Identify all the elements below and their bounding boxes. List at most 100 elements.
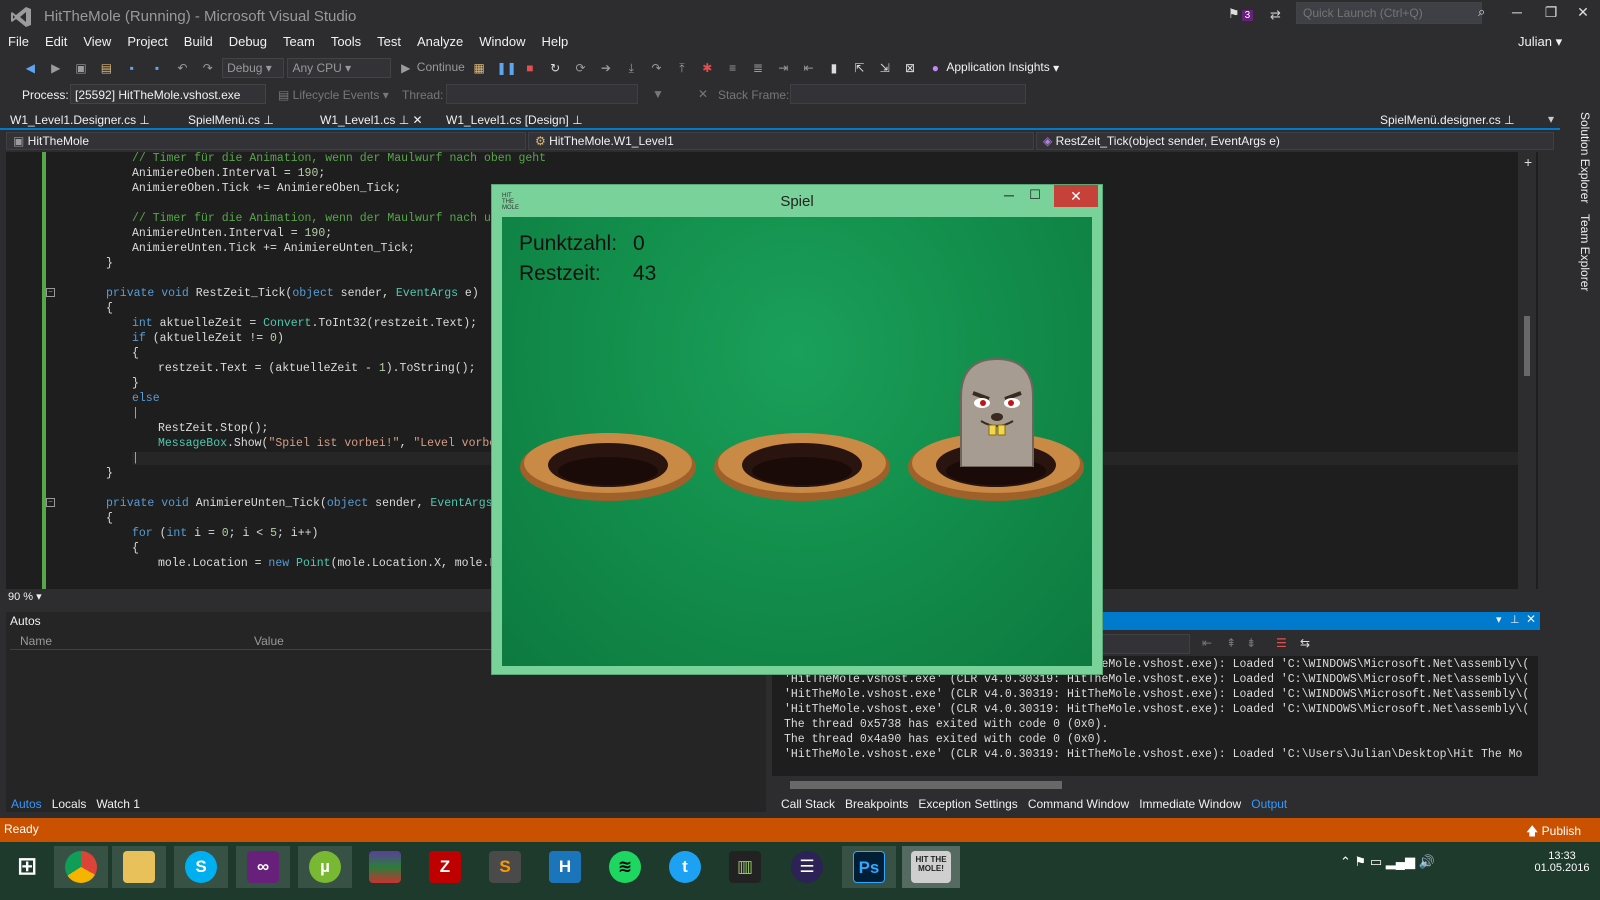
taskbar-spotify[interactable]: ≋ <box>598 846 652 888</box>
lifecycle-events-button[interactable]: ▤ Lifecycle Events ▾ <box>278 88 389 102</box>
tab-w1-level1-design[interactable]: W1_Level1.cs [Design] ⊥ <box>438 110 591 130</box>
save-icon[interactable]: ▪ <box>124 60 140 76</box>
output-scroll-thumb[interactable] <box>790 781 1062 789</box>
step-out-icon[interactable]: ⤒ <box>674 60 690 76</box>
class-select[interactable]: ⚙ HitTheMole.W1_Level1 <box>528 132 1034 150</box>
tab-w1-level1-designer[interactable]: W1_Level1.Designer.cs ⊥ <box>2 110 158 130</box>
user-account[interactable]: Julian ▾ <box>1518 34 1562 50</box>
collapse-icon[interactable]: − <box>46 498 55 507</box>
taskbar-visual-studio[interactable]: ∞ <box>236 846 290 888</box>
taskbar-sublime[interactable]: S <box>478 846 532 888</box>
tray-network-icon[interactable]: ▂▄▆ <box>1386 854 1415 869</box>
outdent-icon[interactable]: ⇤ <box>801 60 817 76</box>
solution-explorer-side-tab[interactable]: Solution Explorer <box>1578 112 1592 203</box>
close-icon[interactable]: ✕ <box>1526 612 1536 626</box>
redo-icon[interactable]: ↷ <box>200 60 216 76</box>
pin-icon[interactable]: ⊥ <box>139 113 149 127</box>
step-over-icon[interactable]: ↷ <box>649 60 665 76</box>
taskbar-skype[interactable]: S <box>174 846 228 888</box>
search-icon[interactable]: ⌕ <box>1478 4 1485 20</box>
game-minimize-button[interactable]: ─ <box>996 187 1022 207</box>
tab-call-stack[interactable]: Call Stack <box>776 796 840 812</box>
undo-icon[interactable]: ↶ <box>174 60 190 76</box>
find-message-icon[interactable]: ⇤ <box>1202 636 1212 650</box>
tab-breakpoints[interactable]: Breakpoints <box>840 796 913 812</box>
taskbar-winrar[interactable] <box>358 846 412 888</box>
new-project-icon[interactable]: ▣ <box>73 60 89 76</box>
refresh-icon[interactable]: ⟳ <box>573 60 589 76</box>
tab-list-dropdown-icon[interactable]: ▾ <box>1548 112 1554 126</box>
back-icon[interactable]: ◀ <box>22 60 38 76</box>
tab-immediate-window[interactable]: Immediate Window <box>1134 796 1246 812</box>
menu-view[interactable]: View <box>75 32 119 51</box>
menu-debug[interactable]: Debug <box>221 32 275 51</box>
tab-autos[interactable]: Autos <box>6 796 47 812</box>
continue-button[interactable]: Continue <box>417 60 465 74</box>
menu-project[interactable]: Project <box>119 32 175 51</box>
tray-battery-icon[interactable]: ▭ <box>1370 854 1382 869</box>
tab-spielmenu[interactable]: SpielMenü.cs ⊥ <box>180 110 282 130</box>
mole-sprite[interactable] <box>957 357 1037 467</box>
pin-icon[interactable]: ⊥ <box>263 113 273 127</box>
taskbar-photoshop[interactable]: Ps <box>842 846 896 888</box>
clear-all-icon[interactable]: ☰ <box>1276 636 1287 650</box>
taskbar-hyper[interactable]: H <box>538 846 592 888</box>
mole-hole[interactable] <box>518 419 698 509</box>
next-message-icon[interactable]: ⇟ <box>1246 636 1256 650</box>
stack-frame-select[interactable] <box>790 84 1026 104</box>
tray-up-arrow-icon[interactable]: ⌃ <box>1340 854 1351 869</box>
menu-help[interactable]: Help <box>534 32 577 51</box>
restart-icon[interactable]: ↻ <box>547 60 563 76</box>
tray-flag-icon[interactable]: ⚑ <box>1355 854 1367 869</box>
tab-command-window[interactable]: Command Window <box>1023 796 1134 812</box>
taskbar-twitter[interactable]: t <box>658 846 712 888</box>
publish-button[interactable]: 🡅 Publish <box>1526 822 1581 843</box>
quick-launch-input[interactable] <box>1296 2 1482 24</box>
notifications-flag[interactable]: ⚑ 3 <box>1228 6 1254 22</box>
comment-icon[interactable]: ≡ <box>725 60 741 76</box>
word-wrap-icon[interactable]: ⇆ <box>1300 636 1310 650</box>
taskbar-hit-the-mole[interactable]: HIT THE MOLE! <box>902 846 960 888</box>
configuration-select[interactable]: Debug ▾ <box>222 58 285 78</box>
breakpoint-icon[interactable]: ✱ <box>699 60 715 76</box>
taskbar-vegas[interactable]: ▥ <box>718 846 772 888</box>
tab-spielmenu-designer[interactable]: SpielMenü.designer.cs ⊥ <box>1372 110 1523 130</box>
start-button[interactable]: ⊞ <box>0 846 54 888</box>
forward-icon[interactable]: ▶ <box>48 60 64 76</box>
tab-close-icon[interactable]: ✕ <box>413 113 423 127</box>
menu-test[interactable]: Test <box>369 32 409 51</box>
tab-exception-settings[interactable]: Exception Settings <box>913 796 1022 812</box>
open-folder-icon[interactable]: ▤ <box>98 60 114 76</box>
flag-threads-icon[interactable]: ✕ <box>698 87 708 101</box>
menu-build[interactable]: Build <box>176 32 221 51</box>
pin-icon[interactable]: ⊥ <box>399 113 409 127</box>
tab-locals[interactable]: Locals <box>47 796 92 812</box>
project-select[interactable]: ▣ HitTheMole <box>6 132 526 150</box>
filter-icon[interactable]: ▼ <box>652 87 664 101</box>
application-insights-button[interactable]: Application Insights <box>946 60 1049 74</box>
tab-output[interactable]: Output <box>1246 796 1292 812</box>
attach-icon[interactable]: ▦ <box>471 60 487 76</box>
dropdown-icon[interactable]: ▾ <box>1496 613 1502 626</box>
bookmark-icon[interactable]: ▮ <box>826 60 842 76</box>
save-all-icon[interactable]: ▪ <box>149 60 165 76</box>
pin-icon[interactable]: ⊥ <box>1504 113 1514 127</box>
menu-tools[interactable]: Tools <box>323 32 369 51</box>
taskbar-explorer[interactable] <box>112 846 166 888</box>
continue-play-icon[interactable]: ▶ <box>398 60 414 76</box>
pin-icon[interactable]: ⊥ <box>1510 613 1520 626</box>
column-name[interactable]: Name <box>20 634 52 648</box>
menu-team[interactable]: Team <box>275 32 323 51</box>
collapse-icon[interactable]: − <box>46 288 55 297</box>
menu-window[interactable]: Window <box>471 32 533 51</box>
taskbar-clock[interactable]: 13:33 01.05.2016 <box>1532 850 1592 874</box>
clear-bookmarks-icon[interactable]: ⊠ <box>902 60 918 76</box>
game-close-button[interactable]: ✕ <box>1054 185 1098 207</box>
menu-analyze[interactable]: Analyze <box>409 32 471 51</box>
menu-file[interactable]: File <box>0 32 37 51</box>
mole-hole[interactable] <box>712 419 892 509</box>
taskbar-utorrent[interactable]: µ <box>298 846 352 888</box>
pin-icon[interactable]: ⊥ <box>572 113 582 127</box>
step-into-icon[interactable]: ⤓ <box>623 60 639 76</box>
tab-w1-level1-cs[interactable]: W1_Level1.cs ⊥ ✕ <box>312 110 431 130</box>
